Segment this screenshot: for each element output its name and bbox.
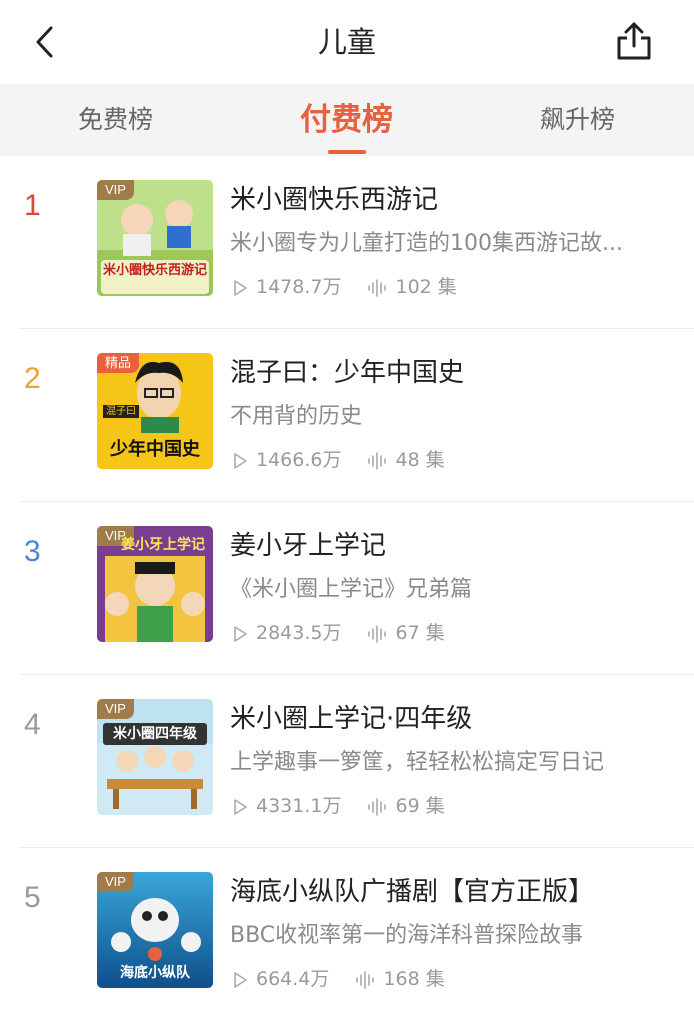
cover-tag: 混子曰 — [103, 405, 139, 418]
cover-image[interactable]: 精品 混子曰 少年中国史 — [97, 353, 213, 469]
tab-rising[interactable]: 飙升榜 — [540, 84, 615, 156]
ranking-tabs: 免费榜 付费榜 飙升榜 — [0, 84, 694, 156]
tab-free[interactable]: 免费榜 — [78, 84, 153, 156]
item-stats: 2843.5万 67 集 — [232, 618, 445, 648]
list-item[interactable]: 5 VIP 海底小纵队 海底小纵队广播剧【官方正版】 BBC收视率第一的海洋科普… — [0, 848, 694, 1011]
cover-title: 少年中国史 — [110, 439, 200, 460]
episode-count: 102 集 — [395, 276, 457, 298]
badge-vip: VIP — [97, 180, 134, 200]
episode-count: 67 集 — [395, 622, 445, 644]
cover-title: 姜小牙上学记 — [121, 537, 205, 553]
item-description: BBC收视率第一的海洋科普探险故事 — [230, 923, 584, 948]
play-icon — [234, 279, 247, 296]
share-icon — [617, 22, 651, 60]
cover-image[interactable]: VIP 姜小牙上学记 — [97, 526, 213, 642]
item-title: 米小圈上学记·四年级 — [230, 704, 473, 734]
badge-vip: VIP — [97, 699, 134, 719]
page-title: 儿童 — [317, 25, 376, 59]
item-description: 上学趣事一箩筐，轻轻松松搞定写日记 — [230, 750, 605, 775]
top-nav-bar: 儿童 — [0, 0, 694, 84]
cover-image[interactable]: VIP 米小圈四年级 — [97, 699, 213, 815]
badge-vip: VIP — [97, 872, 134, 892]
play-icon — [234, 798, 247, 815]
rank-number: 3 — [24, 535, 41, 568]
list-item[interactable]: 1 VIP 米小圈快乐西游记 米小圈快乐西游记 米小圈专为儿童打造的100集西游… — [0, 156, 694, 329]
rank-number: 1 — [24, 189, 41, 222]
rank-number: 4 — [24, 708, 41, 741]
item-stats: 1466.6万 48 集 — [232, 445, 445, 475]
waveform-icon — [368, 624, 387, 643]
list-item[interactable]: 2 精品 混子曰 少年中国史 混子曰：少年中国史 不用背的历史 1466.6万 4… — [0, 329, 694, 502]
play-count: 1478.7万 — [256, 276, 342, 298]
share-button[interactable] — [614, 20, 654, 62]
play-count: 1466.6万 — [256, 449, 342, 471]
cover-title: 海底小纵队 — [120, 965, 190, 981]
play-icon — [234, 452, 247, 469]
list-item[interactable]: 3 VIP 姜小牙上学记 姜小牙上学记 《米小圈上学记》兄弟篇 2843.5万 6… — [0, 502, 694, 675]
item-description: 《米小圈上学记》兄弟篇 — [230, 577, 473, 602]
item-description: 米小圈专为儿童打造的100集西游记故... — [230, 231, 623, 256]
active-tab-indicator — [328, 150, 366, 154]
episode-count: 168 集 — [383, 968, 445, 990]
play-count: 4331.1万 — [256, 795, 342, 817]
item-stats: 4331.1万 69 集 — [232, 791, 445, 821]
play-icon — [234, 971, 247, 988]
cover-title: 米小圈四年级 — [103, 723, 207, 745]
episode-count: 69 集 — [395, 795, 445, 817]
waveform-icon — [368, 797, 387, 816]
item-stats: 1478.7万 102 集 — [232, 272, 457, 302]
rank-number: 2 — [24, 362, 41, 395]
play-icon — [234, 625, 247, 642]
rank-number: 5 — [24, 881, 41, 914]
cover-image[interactable]: VIP 海底小纵队 — [97, 872, 213, 988]
play-count: 664.4万 — [256, 968, 330, 990]
item-title: 姜小牙上学记 — [230, 531, 387, 561]
item-title: 混子曰：少年中国史 — [230, 358, 465, 388]
tab-paid[interactable]: 付费榜 — [300, 84, 393, 156]
item-stats: 664.4万 168 集 — [232, 964, 445, 994]
cover-title: 米小圈快乐西游记 — [103, 263, 208, 278]
badge-premium: 精品 — [97, 353, 140, 373]
play-count: 2843.5万 — [256, 622, 342, 644]
list-item[interactable]: 4 VIP 米小圈四年级 米小圈上学记·四年级 上学趣事一箩筐，轻轻松松搞定写日… — [0, 675, 694, 848]
cover-image[interactable]: VIP 米小圈快乐西游记 — [97, 180, 213, 296]
item-title: 海底小纵队广播剧【官方正版】 — [230, 877, 595, 907]
item-description: 不用背的历史 — [230, 404, 363, 429]
waveform-icon — [368, 278, 387, 297]
item-title: 米小圈快乐西游记 — [230, 185, 439, 215]
waveform-icon — [368, 451, 387, 470]
episode-count: 48 集 — [395, 449, 445, 471]
waveform-icon — [356, 970, 375, 989]
